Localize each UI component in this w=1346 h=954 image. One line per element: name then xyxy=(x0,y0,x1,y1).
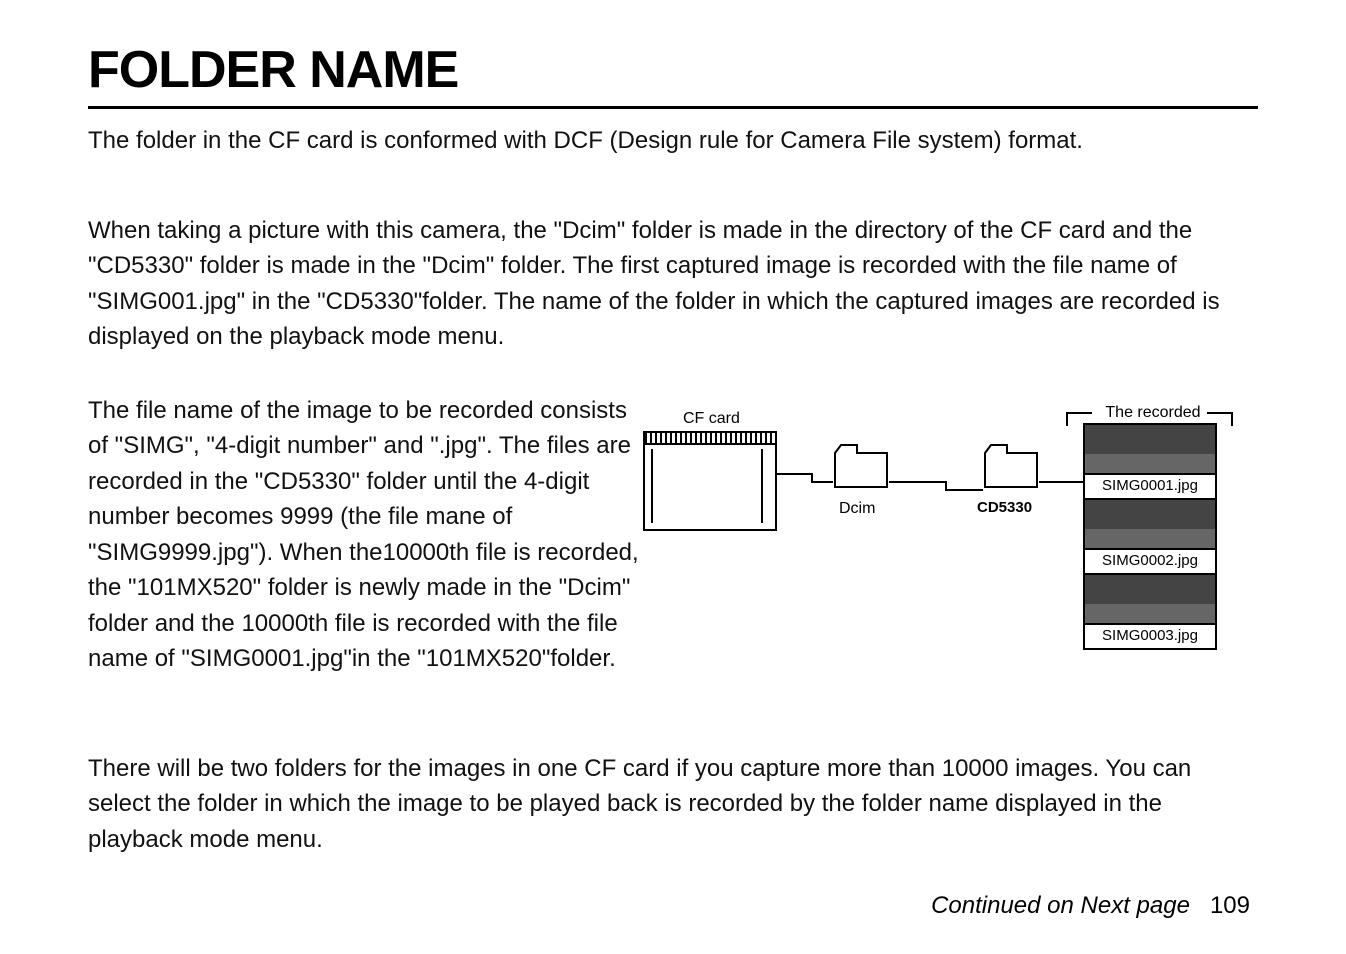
paragraph-2: When taking a picture with this camera, … xyxy=(88,213,1258,355)
intro-paragraph: The folder in the CF card is conformed w… xyxy=(88,123,1258,159)
image-thumbnail xyxy=(1085,575,1215,625)
continued-text: Continued on Next page xyxy=(931,892,1190,919)
bracket-line xyxy=(1066,412,1068,426)
image-thumbnail xyxy=(1085,500,1215,550)
bracket-line xyxy=(1066,412,1092,414)
folder-icon xyxy=(833,441,889,489)
cd5330-folder-label: CD5330 xyxy=(977,499,1032,517)
page-footer: Continued on Next page 109 xyxy=(931,892,1250,920)
folder-structure-diagram: CF card Dcim xyxy=(643,409,1258,709)
image-filename: SIMG0001.jpg xyxy=(1085,475,1215,500)
connector-line xyxy=(811,481,833,483)
paragraph-4: There will be two folders for the images… xyxy=(88,751,1258,858)
image-filename: SIMG0002.jpg xyxy=(1085,550,1215,575)
connector-line xyxy=(945,489,983,491)
page-number: 109 xyxy=(1210,892,1250,919)
image-thumbnail xyxy=(1085,425,1215,475)
document-page: FOLDER NAME The folder in the CF card is… xyxy=(0,0,1346,954)
connector-line xyxy=(889,481,945,483)
paragraph-3: The file name of the image to be recorde… xyxy=(88,393,643,677)
connector-line xyxy=(1039,481,1083,483)
title-rule xyxy=(88,106,1258,109)
bracket-line xyxy=(1231,412,1233,426)
folder-icon xyxy=(983,441,1039,489)
connector-line xyxy=(775,473,811,475)
dcim-folder-label: Dcim xyxy=(839,499,875,518)
image-filename: SIMG0003.jpg xyxy=(1085,625,1215,648)
cf-card-label: CF card xyxy=(683,409,740,428)
image-files-column: SIMG0001.jpg SIMG0002.jpg SIMG0003.jpg xyxy=(1083,423,1217,650)
cf-card-icon xyxy=(643,431,777,531)
page-title: FOLDER NAME xyxy=(88,40,1258,106)
